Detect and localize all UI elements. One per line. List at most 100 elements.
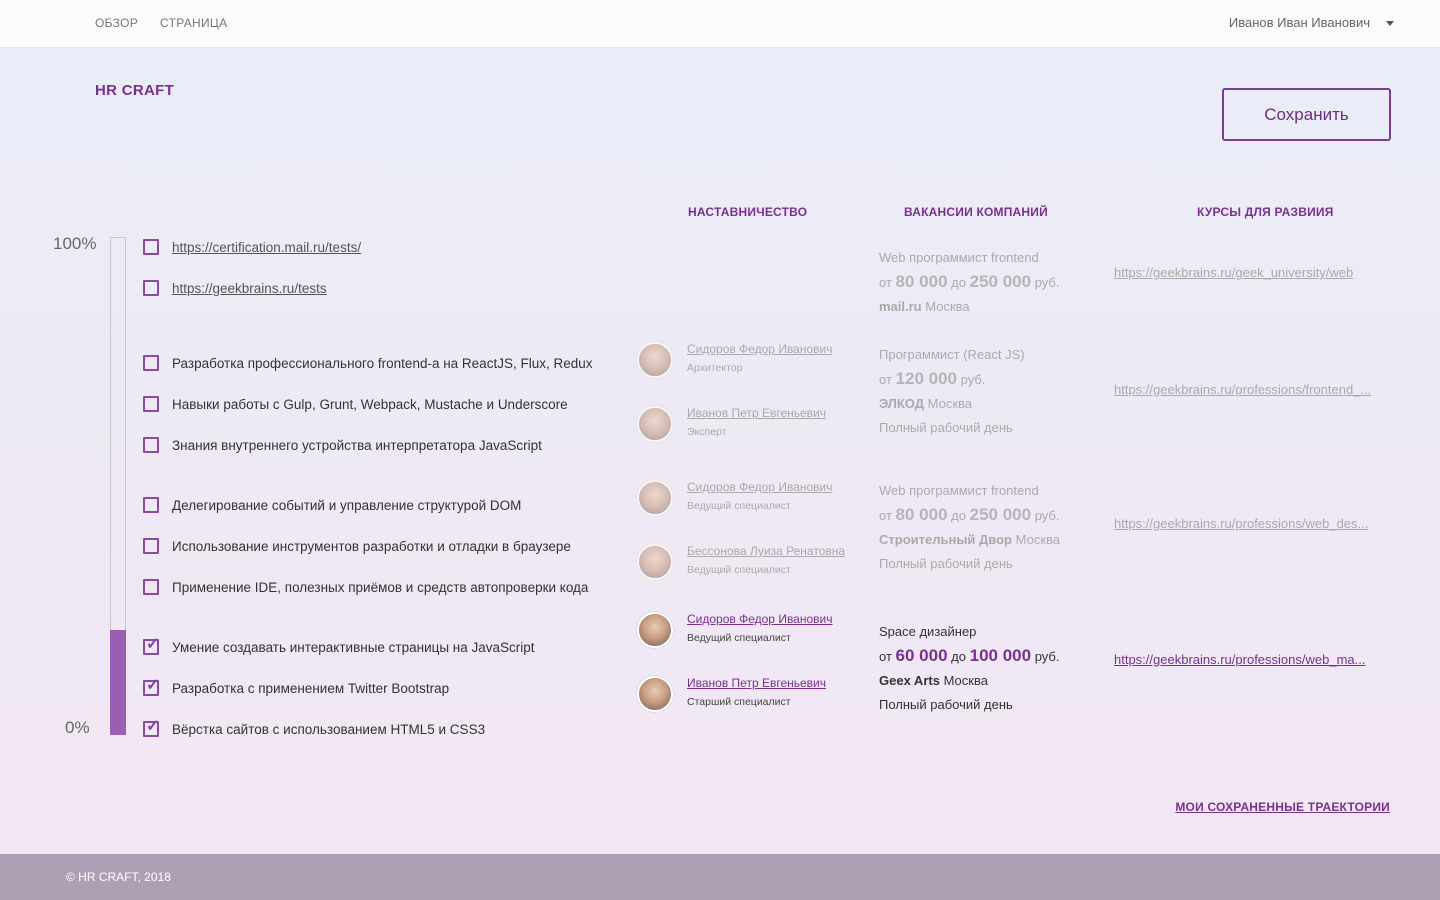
- course-link[interactable]: https://geekbrains.ru/professions/fronte…: [1114, 382, 1396, 397]
- chevron-down-icon[interactable]: [1386, 21, 1394, 26]
- mentor-name-link[interactable]: Бессонова Луиза Ренатовна: [687, 544, 845, 558]
- checklist-item-label: Делегирование событий и управление струк…: [172, 497, 522, 513]
- course-link[interactable]: https://geekbrains.ru/geek_university/we…: [1114, 265, 1396, 280]
- checkbox[interactable]: [143, 239, 159, 255]
- vacancy-card: Web программист frontend от 80 000 до 250…: [879, 246, 1059, 319]
- top-bar: ОБЗОР СТРАНИЦА Иванов Иван Иванович: [0, 0, 1440, 47]
- mentor-name-link[interactable]: Сидоров Федор Иванович: [687, 612, 833, 626]
- checklist-item[interactable]: Делегирование событий и управление струк…: [143, 495, 521, 515]
- avatar: [637, 406, 673, 442]
- check-icon: ✓: [146, 718, 160, 735]
- checkbox[interactable]: [143, 497, 159, 513]
- avatar: [637, 612, 673, 648]
- mentor-role: Ведущий специалист: [687, 632, 791, 644]
- checkbox[interactable]: [143, 437, 159, 453]
- checkbox[interactable]: [143, 538, 159, 554]
- footer: © HR CRAFT, 2018: [0, 854, 1440, 900]
- salary-from-word: от: [879, 275, 892, 290]
- avatar: [637, 544, 673, 580]
- user-menu-name[interactable]: Иванов Иван Иванович: [1229, 15, 1370, 30]
- checklist-item-link[interactable]: https://certification.mail.ru/tests/: [172, 240, 361, 255]
- mentor-name-link[interactable]: Сидоров Федор Иванович: [687, 480, 833, 494]
- checkbox[interactable]: ✓: [143, 637, 159, 655]
- vacancy-schedule: Полный рабочий день: [879, 420, 1013, 435]
- checkbox[interactable]: [143, 355, 159, 371]
- salary-from: 80 000: [895, 272, 948, 291]
- checklist-item[interactable]: Навыки работы с Gulp, Grunt, Webpack, Mu…: [143, 394, 568, 414]
- salary-to-word: до: [951, 649, 966, 664]
- checkbox[interactable]: [143, 396, 159, 412]
- course-link[interactable]: https://geekbrains.ru/professions/web_ma…: [1114, 652, 1396, 667]
- courses-column-header: КУРСЫ ДЛЯ РАЗВИИЯ: [1197, 205, 1334, 219]
- mentor-card: Иванов Петр Евгеньевич Эксперт: [637, 406, 887, 446]
- salary-currency: руб.: [960, 372, 986, 387]
- checklist-item[interactable]: https://geekbrains.ru/tests: [143, 278, 327, 298]
- salary-currency: руб.: [1034, 275, 1060, 290]
- vacancy-company: ЭЛКОД: [879, 396, 925, 411]
- vacancy-company: Строительный Двор: [879, 532, 1012, 547]
- salary-currency: руб.: [1034, 649, 1060, 664]
- footer-copyright: © HR CRAFT, 2018: [66, 870, 171, 884]
- vacancy-company: mail.ru: [879, 299, 922, 314]
- checkbox[interactable]: ✓: [143, 718, 160, 737]
- mentor-role: Старший специалист: [687, 696, 791, 708]
- vacancy-city: Москва: [925, 299, 970, 314]
- progress-fill: [110, 630, 126, 735]
- checkbox[interactable]: [143, 579, 159, 595]
- salary-to-word: до: [951, 508, 966, 523]
- checklist-item-label: Навыки работы с Gulp, Grunt, Webpack, Mu…: [172, 396, 568, 412]
- checklist-item-label: Знания внутреннего устройства интерпрета…: [172, 437, 542, 453]
- checklist-item[interactable]: Разработка профессионального frontend-а …: [143, 353, 592, 373]
- vacancy-title: Web программист frontend: [879, 483, 1039, 498]
- vacancy-title: Программист (React JS): [879, 347, 1025, 362]
- mentor-card: Сидоров Федор Иванович Архитектор: [637, 342, 887, 382]
- mentor-card: Сидоров Федор Иванович Ведущий специалист: [637, 612, 887, 652]
- salary-to-word: до: [951, 275, 966, 290]
- mentor-role: Архитектор: [687, 362, 743, 374]
- salary-from-word: от: [879, 508, 892, 523]
- checklist-item-link[interactable]: https://geekbrains.ru/tests: [172, 281, 327, 296]
- salary-from: 120 000: [895, 369, 957, 388]
- mentor-card: Сидоров Федор Иванович Ведущий специалист: [637, 480, 887, 520]
- checklist-item[interactable]: Применение IDE, полезных приёмов и средс…: [143, 577, 588, 597]
- mentor-card: Иванов Петр Евгеньевич Старший специалист: [637, 676, 887, 716]
- checkbox[interactable]: [143, 280, 159, 296]
- checklist-item-label: Использование инструментов разработки и …: [172, 538, 571, 554]
- vacancy-city: Москва: [943, 673, 988, 688]
- vacancy-title: Space дизайнер: [879, 624, 977, 639]
- vacancies-column-header: ВАКАНСИИ КОМПАНИЙ: [904, 205, 1048, 219]
- nav-overview-link[interactable]: ОБЗОР: [95, 16, 138, 30]
- mentor-role: Ведущий специалист: [687, 564, 791, 576]
- mentoring-column-header: НАСТАВНИЧЕСТВО: [688, 205, 808, 219]
- vacancy-card: Space дизайнер от 60 000 до 100 000 руб. G…: [879, 620, 1059, 717]
- save-button[interactable]: Сохранить: [1222, 88, 1391, 141]
- mentor-name-link[interactable]: Иванов Петр Евгеньевич: [687, 676, 826, 690]
- salary-from-word: от: [879, 649, 892, 664]
- salary-from: 60 000: [895, 646, 948, 665]
- checklist-item[interactable]: ✓ Разработка с применением Twitter Bootst…: [143, 678, 449, 698]
- nav-page-link[interactable]: СТРАНИЦА: [160, 16, 227, 30]
- salary-currency: руб.: [1034, 508, 1060, 523]
- vacancy-title: Web программист frontend: [879, 250, 1039, 265]
- saved-trajectories-link[interactable]: МОИ СОХРАНЕННЫЕ ТРАЕКТОРИИ: [1175, 800, 1390, 814]
- avatar: [637, 480, 673, 516]
- mentor-name-link[interactable]: Сидоров Федор Иванович: [687, 342, 833, 356]
- checklist-item-label: Разработка с применением Twitter Bootstr…: [172, 680, 450, 696]
- avatar: [637, 676, 673, 712]
- checklist-item[interactable]: Знания внутреннего устройства интерпрета…: [143, 435, 542, 455]
- vacancy-schedule: Полный рабочий день: [879, 697, 1013, 712]
- checklist-item[interactable]: https://certification.mail.ru/tests/: [143, 237, 361, 257]
- course-link[interactable]: https://geekbrains.ru/professions/web_de…: [1114, 516, 1396, 531]
- vacancy-card: Программист (React JS) от 120 000 руб. ЭЛК…: [879, 343, 1025, 440]
- mentor-card: Бессонова Луиза Ренатовна Ведущий специал…: [637, 544, 887, 584]
- checklist-item-label: Вёрстка сайтов с использованием HTML5 и …: [172, 721, 486, 737]
- checkbox[interactable]: ✓: [143, 678, 159, 696]
- checklist-item[interactable]: ✓ Умение создавать интерактивные страницы…: [143, 637, 535, 657]
- vacancy-company: Geex Arts: [879, 673, 940, 688]
- checklist-item[interactable]: Использование инструментов разработки и …: [143, 536, 571, 556]
- salary-from: 80 000: [895, 505, 948, 524]
- mentor-role: Эксперт: [687, 426, 727, 438]
- checklist-item[interactable]: ✓ Вёрстка сайтов с использованием HTML5 и…: [143, 719, 485, 739]
- salary-from-word: от: [879, 372, 892, 387]
- mentor-name-link[interactable]: Иванов Петр Евгеньевич: [687, 406, 826, 420]
